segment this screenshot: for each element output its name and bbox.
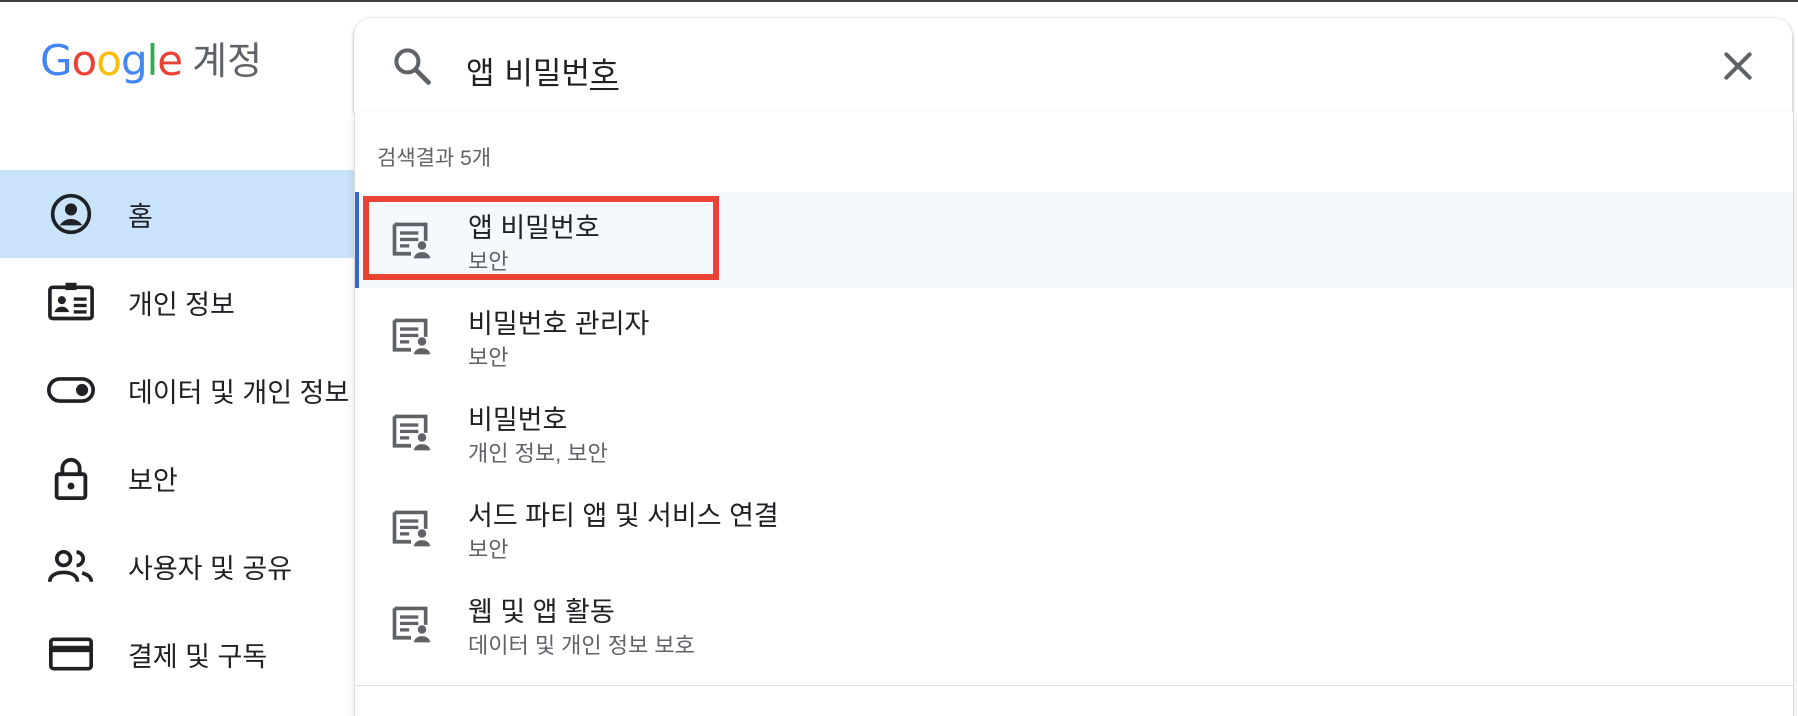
result-title: 서드 파티 앱 및 서비스 연결 [468, 501, 779, 531]
credit-card-icon [46, 629, 96, 679]
result-count: 검색결과 5개 [377, 147, 492, 170]
search-result-item[interactable]: 비밀번호 관리자 보안 [355, 288, 1793, 384]
sidebar-nav: 홈 개인 정보 데이터 및 개인 정보 보호 보안 사용자 및 공유 결제 및 … [0, 170, 406, 698]
sidebar-item-people-sharing[interactable]: 사용자 및 공유 [0, 522, 354, 610]
logo-letter: e [157, 36, 183, 85]
id-card-icon [46, 277, 96, 327]
sidebar-item-label: 개인 정보 [128, 289, 235, 320]
search-input[interactable]: 앱 비밀번호 [466, 48, 618, 93]
search-input-text: 앱 비밀번 [466, 56, 590, 92]
result-title: 웹 및 앱 활동 [468, 597, 615, 627]
result-subtitle: 보안 [468, 537, 509, 562]
search-icon[interactable] [390, 44, 434, 88]
sidebar-item-data-privacy[interactable]: 데이터 및 개인 정보 보호 [0, 346, 406, 434]
sidebar-item-label: 사용자 및 공유 [128, 553, 293, 584]
google-wordmark: Google [40, 36, 183, 85]
result-title: 비밀번호 [468, 405, 568, 435]
search-input-composing-char: 호 [589, 56, 619, 92]
sidebar-item-label: 보안 [128, 465, 178, 496]
sidebar-item-personal-info[interactable]: 개인 정보 [0, 258, 354, 346]
account-circle-icon [46, 189, 96, 239]
result-subtitle: 개인 정보, 보안 [468, 441, 608, 466]
people-icon [46, 541, 96, 591]
logo-letter: o [96, 36, 122, 85]
search-results-dropdown: 검색결과 5개 앱 비밀번호 보안 비밀번호 관리자 보안 비밀번호 개인 정보… [354, 112, 1794, 716]
google-account-logo[interactable]: Google 계정 [40, 40, 262, 82]
search-result-item[interactable]: 비밀번호 개인 정보, 보안 [355, 384, 1793, 480]
sidebar-item-label: 결제 및 구독 [128, 641, 268, 672]
window-top-border [0, 0, 1798, 2]
search-result-item[interactable]: 웹 및 앱 활동 데이터 및 개인 정보 보호 [355, 576, 1793, 672]
search-result-item[interactable]: 서드 파티 앱 및 서비스 연결 보안 [355, 480, 1793, 576]
setting-page-icon [389, 314, 433, 358]
close-icon[interactable] [1718, 46, 1758, 86]
setting-page-icon [389, 506, 433, 550]
dropdown-divider [355, 685, 1793, 686]
result-title: 비밀번호 관리자 [468, 309, 650, 339]
sidebar-item-payments[interactable]: 결제 및 구독 [0, 610, 354, 698]
logo-letter: l [146, 36, 159, 85]
setting-page-icon [389, 602, 433, 646]
highlight-annotation-box [363, 196, 719, 280]
result-subtitle: 데이터 및 개인 정보 보호 [468, 633, 695, 658]
lock-icon [46, 453, 96, 503]
logo-letter: o [71, 36, 98, 85]
logo-letter: G [40, 36, 73, 85]
sidebar-item-security[interactable]: 보안 [0, 434, 354, 522]
search-result-item[interactable]: 앱 비밀번호 보안 [355, 192, 1793, 288]
sidebar-item-home[interactable]: 홈 [0, 170, 354, 258]
result-subtitle: 보안 [468, 345, 509, 370]
product-name: 계정 [192, 39, 263, 83]
toggle-icon [46, 365, 96, 415]
sidebar-item-label: 홈 [128, 201, 153, 232]
search-bar[interactable]: 앱 비밀번호 [354, 18, 1792, 112]
setting-page-icon [389, 410, 433, 454]
logo-letter: g [120, 36, 148, 85]
